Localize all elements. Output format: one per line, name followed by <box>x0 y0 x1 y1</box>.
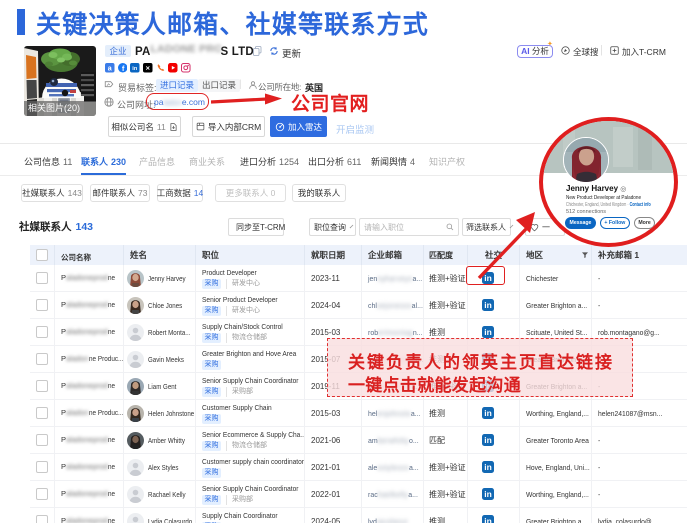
svg-text:a: a <box>108 64 112 72</box>
svg-text:in: in <box>133 66 139 72</box>
svg-text:×: × <box>146 64 151 73</box>
